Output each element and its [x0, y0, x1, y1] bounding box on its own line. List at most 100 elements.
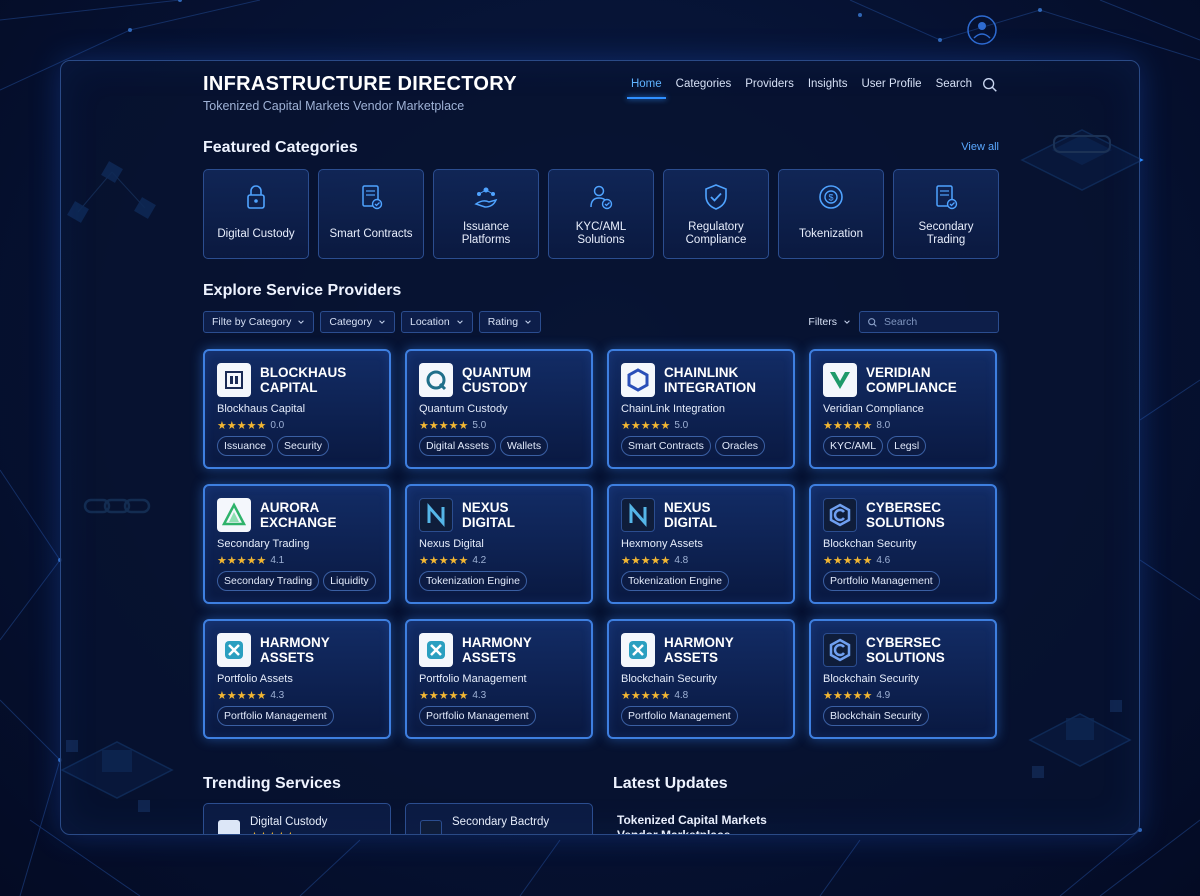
provider-card[interactable]: HARMONY ASSETS Portfolio Management ★★★★★ 4… [405, 619, 593, 739]
provider-name: HARMONY ASSETS [664, 635, 734, 665]
search-icon[interactable] [981, 76, 999, 94]
tag-chip[interactable]: Tokenization Engine [419, 571, 527, 591]
tag-chip[interactable]: Legsl [887, 436, 927, 456]
tag-chip[interactable]: Liquidity [323, 571, 376, 591]
tag-chip[interactable]: Smart Contracts [621, 436, 711, 456]
filters-toggle[interactable]: Filters [808, 316, 851, 328]
trending-item[interactable]: Secondary Bactrdy [405, 803, 593, 834]
rating-value: 5.0 [674, 420, 689, 431]
filters-label: Filters [808, 316, 837, 328]
app-window: INFRASTRUCTURE DIRECTORY Tokenized Capit… [60, 60, 1140, 835]
provider-card[interactable]: HARMONY ASSETS Blockchain Security ★★★★★ 4.… [607, 619, 795, 739]
category-tokenization[interactable]: $ Tokenization [778, 169, 884, 259]
provider-card[interactable]: HARMONY ASSETS Portfolio Assets ★★★★★ 4.3 Po… [203, 619, 391, 739]
category-smart-contracts[interactable]: Smart Contracts [318, 169, 424, 259]
update-item[interactable]: Tokenized Capital Markets Vendor Marketp… [617, 813, 817, 834]
category-issuance-platforms[interactable]: Issuance Platforms [433, 169, 539, 259]
category-list: Digital Custody Smart Contracts Issuance… [203, 169, 999, 259]
category-label: Issuance Platforms [461, 221, 511, 246]
star-rating-icon: ★★★★★ [621, 420, 671, 432]
category-label: Regulatory Compliance [685, 221, 747, 246]
nav-user-profile[interactable]: User Profile [854, 77, 928, 99]
provider-subtitle: Portfolio Assets [217, 673, 293, 685]
provider-name: CHAINLINK INTEGRATION [664, 365, 756, 395]
provider-subtitle: Quantum Custody [419, 403, 508, 415]
tag-chip[interactable]: Digital Assets [419, 436, 497, 456]
aurora-logo-icon [217, 498, 251, 532]
provider-card[interactable]: CYBERSEC SOLUTIONS Blockchan Security ★★★★… [809, 484, 997, 604]
star-rating-icon: ★★★★★ [419, 555, 469, 567]
trending-name: Digital Custody [250, 816, 328, 828]
tag-chip[interactable]: Tokenization Engine [621, 571, 729, 591]
rating-row: ★★★★★ 4.8 [621, 689, 688, 702]
tag-chip[interactable]: Wallets [500, 436, 549, 456]
quantum-logo-icon [419, 363, 453, 397]
provider-name: CYBERSEC SOLUTIONS [866, 635, 945, 665]
tag-chip[interactable]: Oracles [714, 436, 766, 456]
tag-chip[interactable]: Issuance [217, 436, 274, 456]
rating-value: 4.3 [270, 690, 285, 701]
tag-chip[interactable]: Portfolio Management [419, 706, 536, 726]
rating-row: ★★★★★ 4.2 [419, 554, 486, 567]
provider-card[interactable]: CHAINLINK INTEGRATION ChainLink Integrati… [607, 349, 795, 469]
filter-label: Category [329, 316, 372, 328]
chevron-down-icon [298, 320, 305, 324]
tag-chip[interactable]: Secondary Trading [217, 571, 320, 591]
trending-item[interactable]: Digital Custody ★★★★★ [203, 803, 391, 834]
provider-subtitle: Nexus Digital [419, 538, 484, 550]
nav-home[interactable]: Home [624, 77, 669, 99]
rating-row: ★★★★★ 5.0 [419, 419, 486, 432]
rating-value: 4.6 [876, 555, 891, 566]
filter-by-category-dropdown[interactable]: Filte by Category [203, 311, 315, 333]
veridian-logo-icon [823, 363, 857, 397]
filter-bar: Filte by Category Category Location Rati… [203, 311, 542, 333]
tag-list: Secondary Trading Liquidity [217, 571, 376, 591]
tag-chip[interactable]: KYC/AML [823, 436, 884, 456]
filter-label: Rating [487, 316, 519, 328]
nav-categories[interactable]: Categories [669, 77, 739, 99]
tag-list: Blockchain Security [823, 706, 929, 726]
provider-subtitle: Hexmony Assets [621, 538, 703, 550]
category-regulatory-compliance[interactable]: Regulatory Compliance [663, 169, 769, 259]
tag-chip[interactable]: Security [277, 436, 329, 456]
tag-chip[interactable]: Portfolio Management [823, 571, 940, 591]
category-secondary-trading[interactable]: Secondary Trading [893, 169, 999, 259]
cybersec-logo-icon [823, 498, 857, 532]
category-kyc-aml[interactable]: KYC/AML Solutions [548, 169, 654, 259]
category-dropdown[interactable]: Category [320, 311, 395, 333]
provider-name: HARMONY ASSETS [462, 635, 532, 665]
provider-card[interactable]: VERIDIAN COMPLIANCE Veridian Compliance ★★… [809, 349, 997, 469]
nexus-logo-icon [419, 498, 453, 532]
rating-row: ★★★★★ 0.0 [217, 419, 284, 432]
view-all-link[interactable]: View all [961, 141, 999, 153]
trending-services-title: Trending Services [203, 775, 341, 792]
provider-name: HARMONY ASSETS [260, 635, 330, 665]
rating-value: 4.3 [472, 690, 487, 701]
network-hand-icon [474, 187, 498, 208]
tag-list: Tokenization Engine [419, 571, 527, 591]
rating-value: 4.9 [876, 690, 891, 701]
provider-card[interactable]: NEXUS DIGITAL Nexus Digital ★★★★★ 4.2 Tokeni… [405, 484, 593, 604]
category-digital-custody[interactable]: Digital Custody [203, 169, 309, 259]
tag-list: Portfolio Management [823, 571, 940, 591]
chevron-down-icon [844, 320, 850, 324]
latest-updates-title: Latest Updates [613, 775, 728, 792]
tag-chip[interactable]: Portfolio Management [621, 706, 738, 726]
location-dropdown[interactable]: Location [400, 311, 473, 333]
provider-card[interactable]: AURORA EXCHANGE Secondary Trading ★★★★★ 4.1… [203, 484, 391, 604]
person-check-icon [590, 185, 613, 210]
provider-card[interactable]: QUANTUM CUSTODY Quantum Custody ★★★★★ 5.0 Di… [405, 349, 593, 469]
provider-search-input[interactable] [884, 316, 984, 328]
nav-insights[interactable]: Insights [801, 77, 855, 99]
provider-card[interactable]: NEXUS DIGITAL Hexmony Assets ★★★★★ 4.8 Token… [607, 484, 795, 604]
provider-card[interactable]: CYBERSEC SOLUTIONS Blockchain Security ★★★… [809, 619, 997, 739]
rating-dropdown[interactable]: Rating [478, 311, 542, 333]
nav-search[interactable]: Search [929, 77, 979, 99]
nexus-logo-icon [621, 498, 655, 532]
rating-row: ★★★★★ 5.0 [621, 419, 688, 432]
nav-providers[interactable]: Providers [738, 77, 801, 99]
tag-chip[interactable]: Blockchain Security [823, 706, 929, 726]
tag-chip[interactable]: Portfolio Management [217, 706, 334, 726]
rating-row: ★★★★★ 4.1 [217, 554, 284, 567]
provider-card[interactable]: BLOCKHAUS CAPITAL Blockhaus Capital ★★★★★ 0… [203, 349, 391, 469]
